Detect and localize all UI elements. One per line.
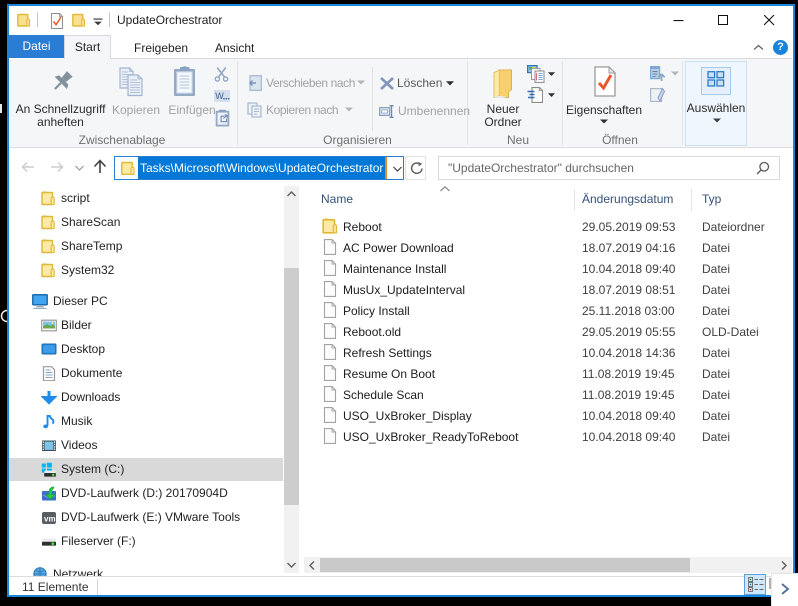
svg-text:W: W: [215, 91, 224, 101]
